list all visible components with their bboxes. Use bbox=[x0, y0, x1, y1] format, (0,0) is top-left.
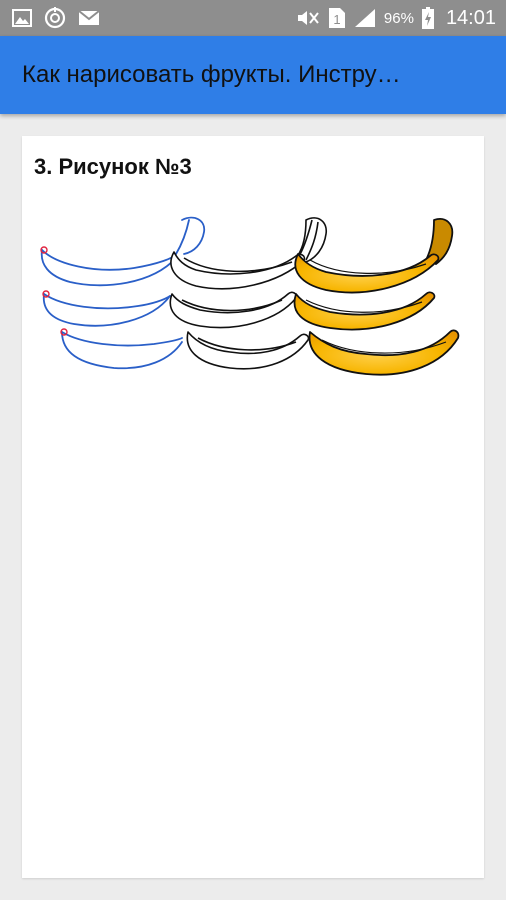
app-title: Как нарисовать фрукты. Инстру… bbox=[22, 61, 401, 88]
sim-label: 1 bbox=[333, 12, 340, 27]
app-bar: Как нарисовать фрукты. Инстру… bbox=[0, 36, 506, 114]
section-title: 3. Рисунок №3 bbox=[34, 154, 192, 179]
status-bar: 1 96% 14:01 bbox=[0, 0, 506, 36]
content-card: 3. Рисунок №3 bbox=[22, 136, 484, 878]
sync-icon bbox=[44, 7, 66, 29]
battery-icon bbox=[421, 7, 434, 29]
mute-icon bbox=[294, 9, 320, 27]
status-time: 14:01 bbox=[445, 6, 496, 29]
image-icon bbox=[12, 9, 32, 27]
sketch-step bbox=[40, 216, 206, 370]
status-bar-left bbox=[12, 7, 100, 29]
banana-drawing-image bbox=[34, 214, 474, 392]
sim-icon: 1 bbox=[328, 7, 346, 29]
outline-step bbox=[169, 217, 328, 370]
battery-percent: 96% bbox=[383, 9, 414, 27]
mail-icon bbox=[78, 10, 100, 26]
signal-icon bbox=[354, 8, 376, 28]
status-bar-right: 1 96% 14:01 bbox=[294, 7, 496, 30]
